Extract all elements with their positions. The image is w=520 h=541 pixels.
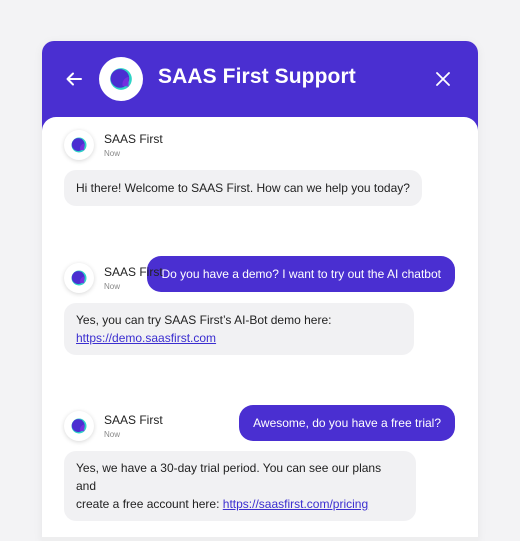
- message-time: Now: [104, 430, 121, 439]
- chat-widget: SAAS First Support SAAS First Now Hi the…: [42, 41, 478, 541]
- bot-message: Yes, we have a 30-day trial period. You …: [64, 451, 416, 521]
- sender-name: SAAS First: [104, 413, 163, 427]
- user-message-text: Do you have a demo? I want to try out th…: [161, 267, 441, 281]
- pricing-link[interactable]: https://saasfirst.com/pricing: [223, 497, 368, 511]
- bot-message-text: Hi there! Welcome to SAAS First. How can…: [76, 181, 410, 195]
- bot-sender-header: SAAS First Now: [64, 263, 163, 293]
- chat-title: SAAS First Support: [158, 65, 356, 88]
- user-message: Awesome, do you have a free trial?: [239, 405, 455, 441]
- bot-avatar: [64, 411, 94, 441]
- demo-link[interactable]: https://demo.saasfirst.com: [76, 331, 216, 345]
- bot-message-text: Yes, you can try SAAS First’s AI-Bot dem…: [76, 313, 332, 327]
- user-message-text: Awesome, do you have a free trial?: [253, 416, 441, 430]
- bot-message-text: create a free account here:: [76, 497, 223, 511]
- bot-message: Hi there! Welcome to SAAS First. How can…: [64, 170, 422, 206]
- composer-divider: [42, 537, 478, 541]
- chat-body[interactable]: SAAS First Now Hi there! Welcome to SAAS…: [42, 117, 478, 541]
- bot-avatar: [64, 263, 94, 293]
- saasfirst-logo-icon: [70, 417, 88, 435]
- message-time: Now: [104, 149, 121, 158]
- bot-avatar: [64, 130, 94, 160]
- bot-message-text: Yes, we have a 30-day trial period. You …: [76, 461, 382, 493]
- sender-name: SAAS First: [104, 265, 163, 279]
- saasfirst-logo-icon: [70, 136, 88, 154]
- close-button[interactable]: [432, 68, 454, 90]
- arrow-left-icon: [66, 72, 82, 86]
- back-button[interactable]: [62, 67, 86, 91]
- chat-header: SAAS First Support: [42, 41, 478, 117]
- sender-name: SAAS First: [104, 132, 163, 146]
- bot-sender-header: SAAS First Now: [64, 130, 163, 160]
- close-icon: [436, 72, 450, 86]
- bot-message: Yes, you can try SAAS First’s AI-Bot dem…: [64, 303, 414, 355]
- saasfirst-logo-icon: [108, 66, 134, 92]
- bot-sender-header: SAAS First Now: [64, 411, 163, 441]
- header-avatar: [99, 57, 143, 101]
- saasfirst-logo-icon: [70, 269, 88, 287]
- message-time: Now: [104, 282, 121, 291]
- user-message: Do you have a demo? I want to try out th…: [147, 256, 455, 292]
